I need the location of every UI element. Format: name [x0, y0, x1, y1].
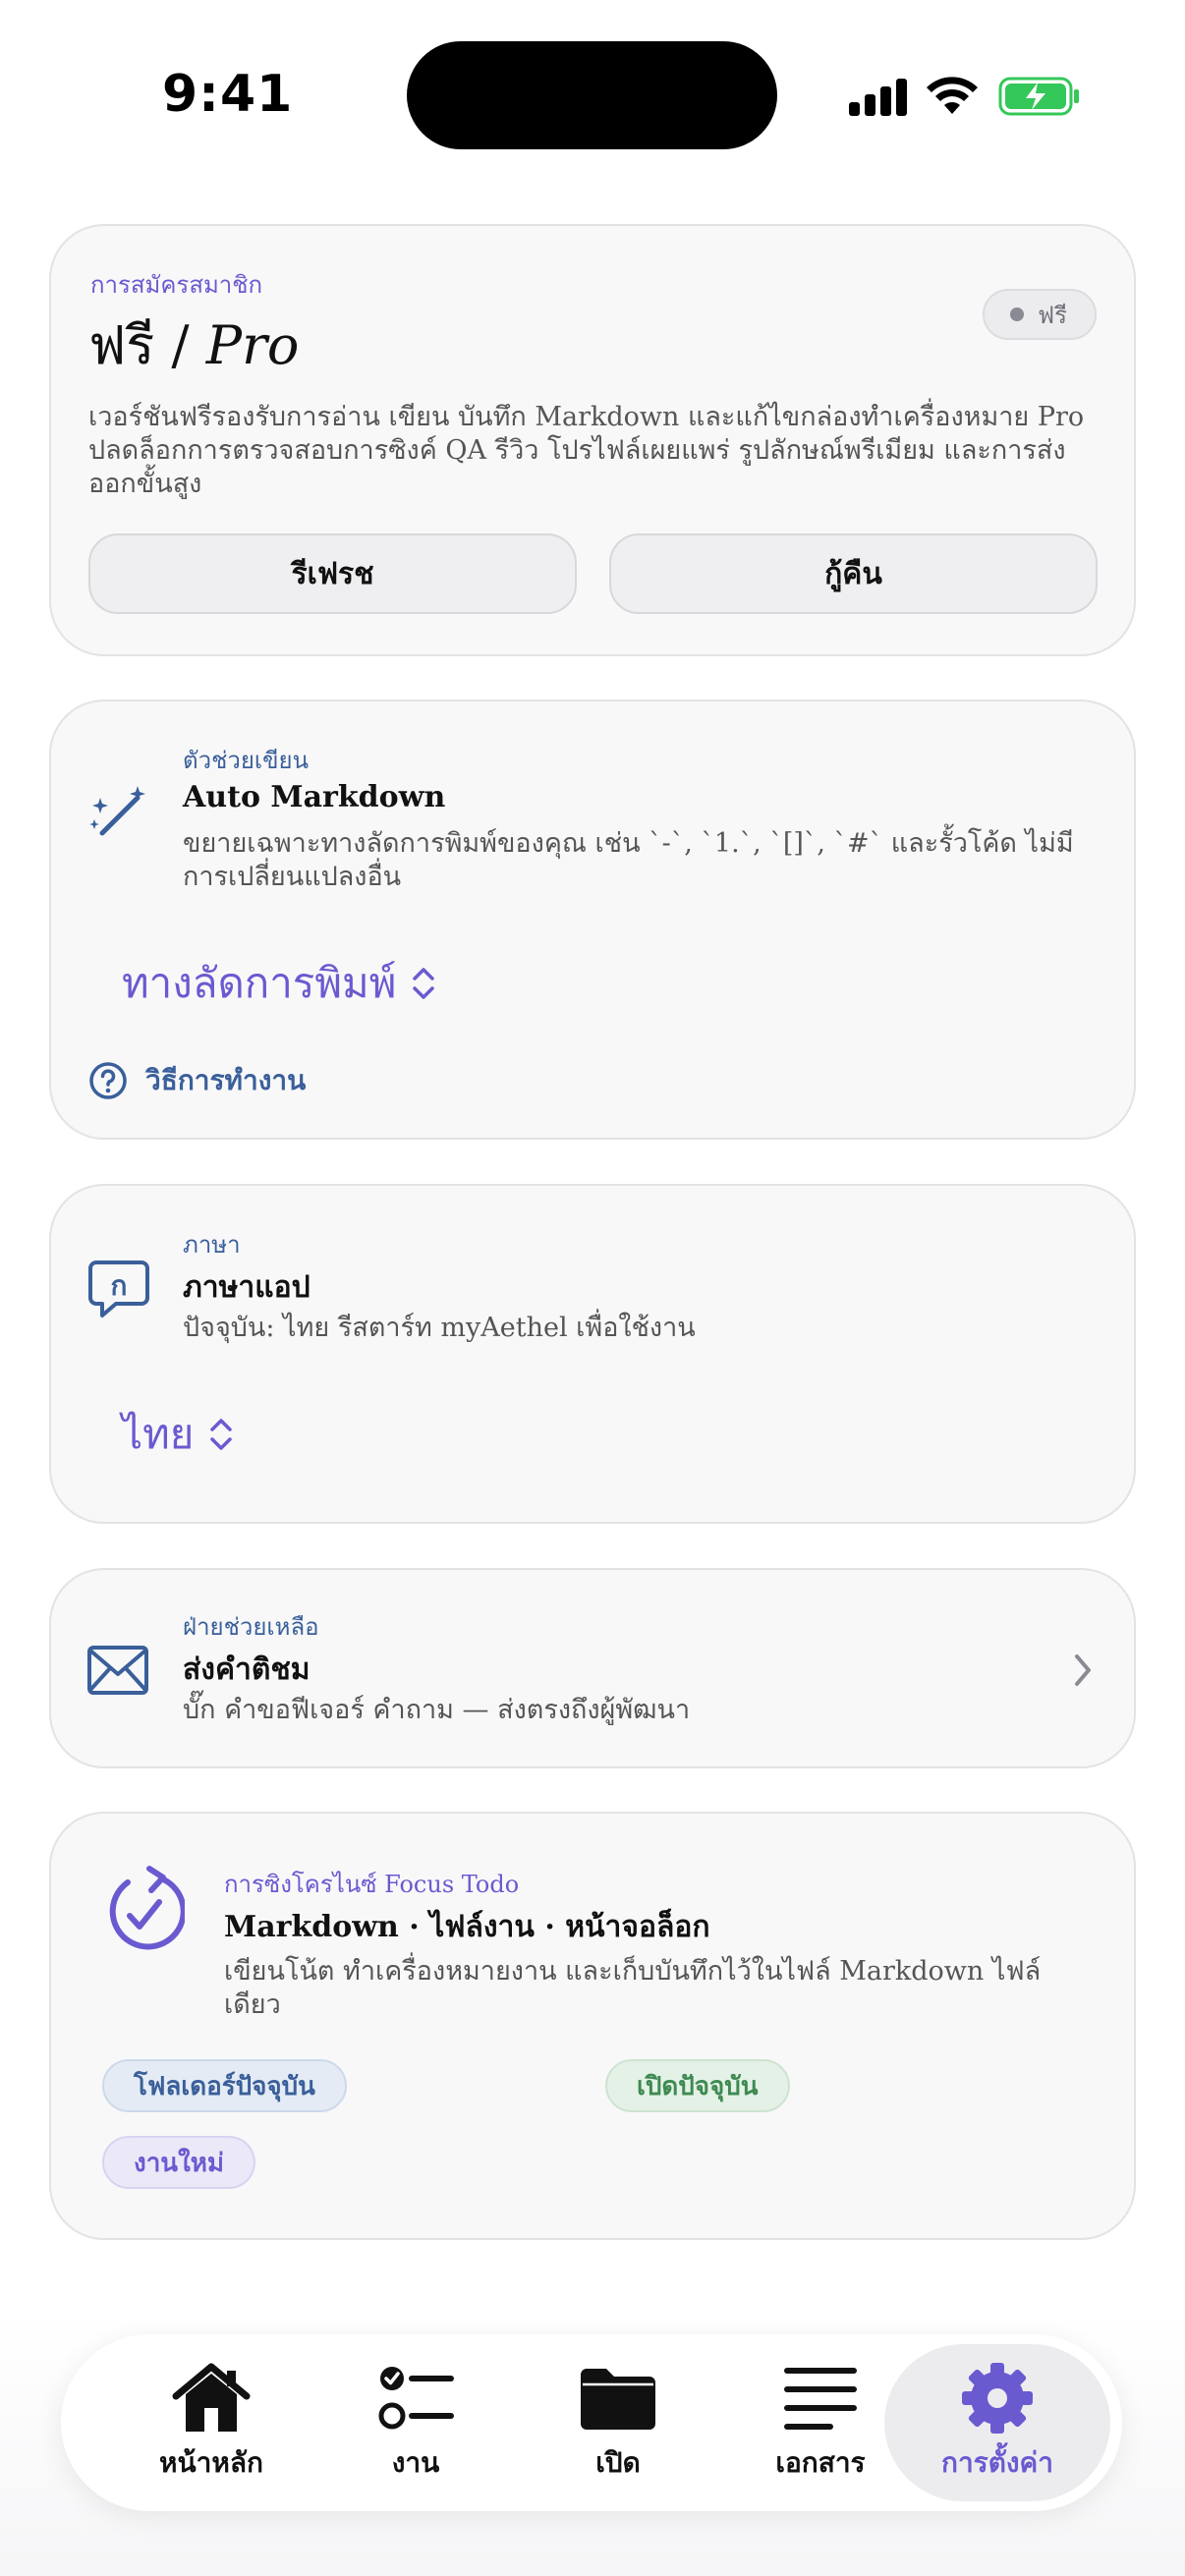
feedback-title: ส่งคำติชม: [183, 1652, 310, 1687]
status-bar: 9:41: [0, 0, 1185, 187]
cellular-signal-icon: [849, 77, 908, 116]
sync-description: เขียนโน้ต ทำเครื่องหมายงาน และเก็บบันทึก…: [224, 1956, 1042, 2020]
markdown-title: Auto Markdown: [183, 780, 446, 814]
status-dot-icon: [1010, 308, 1025, 321]
status-time: 9:41: [162, 65, 294, 124]
question-circle-icon: [89, 1062, 127, 1099]
subscription-card: การสมัครสมาชิก ฟรี / Pro ฟรี เวอร์ชันฟรี…: [49, 224, 1136, 656]
battery-charging-icon: [998, 77, 1079, 116]
feedback-description: บั๊ก คำขอฟีเจอร์ คำถาม — ส่งตรงถึงผู้พัฒ…: [183, 1695, 691, 1725]
language-value: ไทย: [122, 1410, 195, 1458]
envelope-icon: [87, 1646, 148, 1695]
tab-settings[interactable]: การตั้งค่า: [884, 2344, 1110, 2501]
tab-documents-label: เอกสาร: [775, 2446, 866, 2479]
language-bubble-icon: ก: [88, 1260, 149, 1317]
tab-tasks[interactable]: งาน: [312, 2344, 519, 2501]
sync-title: Markdown · ไฟล์งาน · หน้าจอล็อก: [224, 1910, 710, 1944]
plan-title-pro: Pro: [205, 314, 300, 376]
language-picker[interactable]: ไทย: [122, 1402, 235, 1467]
language-description: ปัจจุบัน: ไทย รีสตาร์ท myAethel เพื่อใช้…: [183, 1313, 696, 1343]
plan-status-badge: ฟรี: [983, 289, 1097, 340]
how-it-works-link[interactable]: วิธีการทำงาน: [88, 1059, 306, 1102]
markdown-eyebrow: ตัวช่วยเขียน: [183, 747, 309, 774]
markdown-description: ขยายเฉพาะทางลัดการพิมพ์ของคุณ เช่น `-`, …: [183, 828, 1074, 892]
house-icon: [172, 2363, 251, 2432]
dynamic-island: [407, 41, 777, 149]
new-task-chip[interactable]: งานใหม่: [102, 2136, 256, 2189]
tab-open-label: เปิด: [595, 2446, 641, 2479]
tab-open[interactable]: เปิด: [515, 2344, 721, 2501]
how-it-works-label: วิธีการทำงาน: [145, 1064, 307, 1096]
gear-icon: [962, 2363, 1033, 2434]
subscription-description: เวอร์ชันฟรีรองรับการอ่าน เขียน บันทึก Ma…: [88, 402, 1085, 499]
folder-icon: [581, 2369, 655, 2430]
auto-markdown-card: ตัวช่วยเขียน Auto Markdown ขยายเฉพาะทางล…: [49, 700, 1136, 1140]
tab-tasks-label: งาน: [391, 2446, 440, 2479]
restore-button[interactable]: กู้คืน: [609, 533, 1098, 614]
open-current-chip[interactable]: เปิดปัจจุบัน: [605, 2059, 790, 2112]
feedback-eyebrow: ฝ่ายช่วยเหลือ: [183, 1613, 319, 1641]
markdown-mode-picker[interactable]: ทางลัดการพิมพ์: [122, 951, 437, 1016]
document-lines-icon: [784, 2368, 857, 2430]
tab-home[interactable]: หน้าหลัก: [108, 2344, 314, 2501]
wifi-icon: [927, 77, 978, 114]
tab-settings-label: การตั้งค่า: [940, 2446, 1054, 2479]
magic-wand-icon: [89, 786, 145, 836]
up-down-chevron-icon: [210, 1419, 233, 1450]
tab-home-label: หน้าหลัก: [159, 2446, 263, 2479]
markdown-mode-value: ทางลัดการพิมพ์: [122, 959, 397, 1007]
sync-eyebrow: การซิงโครไนซ์ Focus Todo: [224, 1871, 520, 1898]
current-folder-chip[interactable]: โฟลเดอร์ปัจจุบัน: [102, 2059, 347, 2112]
plan-title-free: ฟรี /: [88, 314, 190, 376]
plan-title: ฟรี / Pro: [88, 303, 299, 387]
language-card: ก ภาษา ภาษาแอป ปัจจุบัน: ไทย รีสตาร์ท my…: [49, 1184, 1136, 1524]
sync-check-icon: [109, 1866, 185, 1950]
up-down-chevron-icon: [413, 968, 435, 999]
refresh-button[interactable]: รีเฟรช: [88, 533, 577, 614]
checklist-icon: [378, 2367, 454, 2430]
plan-status-label: ฟรี: [1038, 301, 1067, 329]
language-eyebrow: ภาษา: [183, 1231, 241, 1259]
subscription-eyebrow: การสมัครสมาชิก: [90, 271, 263, 299]
language-title: ภาษาแอป: [183, 1270, 310, 1305]
chevron-right-icon: [1075, 1654, 1091, 1686]
tab-bar: หน้าหลัก งาน เปิด เอกสาร การตั้งค่า: [61, 2334, 1122, 2511]
feedback-card[interactable]: ฝ่ายช่วยเหลือ ส่งคำติชม บั๊ก คำขอฟีเจอร์…: [49, 1568, 1136, 1768]
focus-todo-sync-card: การซิงโครไนซ์ Focus Todo Markdown · ไฟล์…: [49, 1812, 1136, 2240]
svg-text:ก: ก: [111, 1269, 128, 1302]
